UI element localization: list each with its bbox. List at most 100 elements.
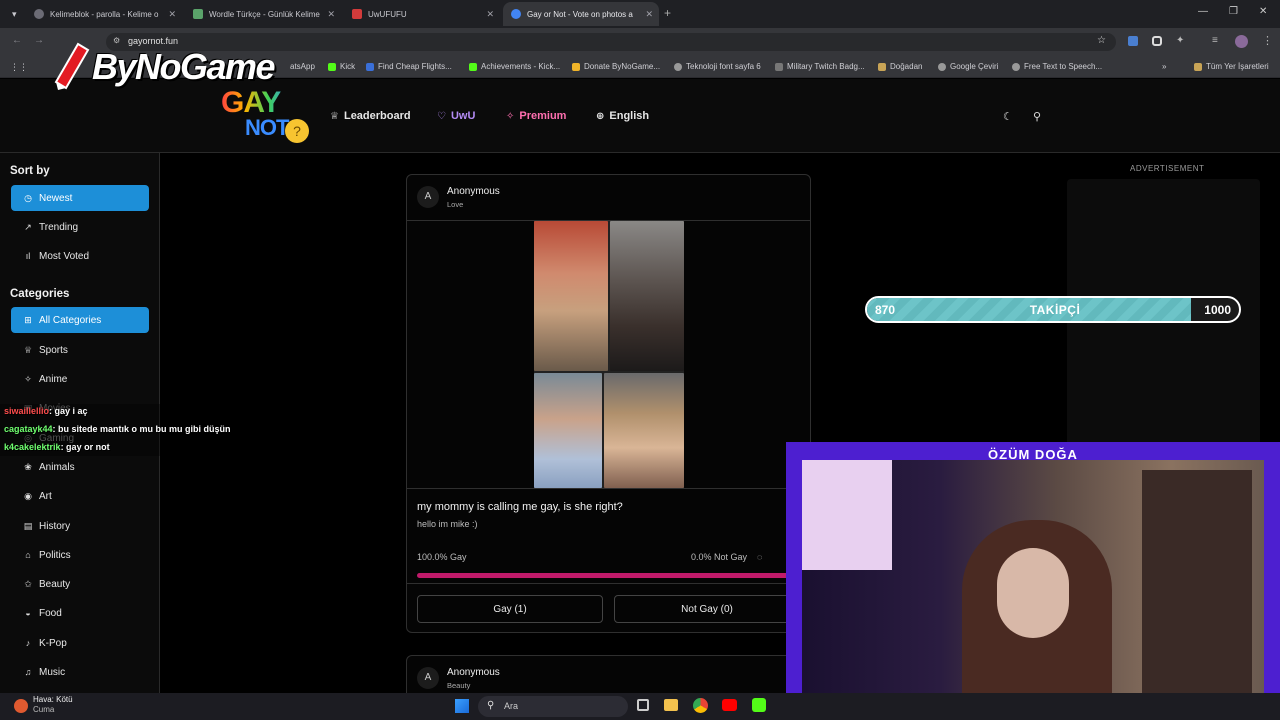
button-label: Gay (1) bbox=[493, 603, 527, 615]
task-view-icon[interactable] bbox=[637, 699, 649, 711]
nav-language[interactable]: ⊕ English bbox=[596, 110, 649, 122]
sort-trending[interactable]: ↗ Trending bbox=[11, 214, 149, 240]
close-window-icon[interactable]: ✕ bbox=[1259, 6, 1267, 17]
category-label: Music bbox=[39, 666, 66, 678]
category-animals[interactable]: ❀ Animals bbox=[11, 454, 149, 480]
comment-icon[interactable]: ◌ bbox=[757, 552, 762, 562]
weather-icon[interactable] bbox=[14, 699, 28, 713]
bookmark-item[interactable]: Military Twitch Badg... bbox=[775, 62, 865, 71]
bookmark-item[interactable]: Teknoloji font sayfa 6 bbox=[674, 62, 761, 71]
bookmark-item[interactable]: Kick bbox=[328, 62, 355, 71]
bookmark-item[interactable]: Find Cheap Flights... bbox=[366, 62, 452, 71]
nav-leaderboard[interactable]: ♕ Leaderboard bbox=[330, 110, 411, 122]
folder-icon bbox=[878, 62, 886, 71]
browser-tab-3-active[interactable]: Gay or Not - Vote on photos a ✕ bbox=[503, 2, 659, 26]
sort-label: Newest bbox=[39, 192, 73, 204]
extension-icon[interactable] bbox=[1152, 36, 1162, 46]
trending-icon: ↗ bbox=[24, 221, 32, 232]
vote-progress-bar bbox=[417, 573, 797, 578]
category-politics[interactable]: ⌂ Politics bbox=[11, 542, 149, 568]
category-all[interactable]: ⊞ All Categories bbox=[11, 307, 149, 333]
taskbar-search-input[interactable]: ⚲ Ara bbox=[478, 696, 628, 717]
webcam-overlay: ÖZÜM DOĞA bbox=[786, 442, 1280, 720]
close-icon[interactable]: ✕ bbox=[327, 9, 335, 20]
browser-tab-0[interactable]: Kelimeblok - parolla - Kelime o ✕ bbox=[26, 2, 182, 26]
new-tab-icon[interactable]: + bbox=[664, 6, 671, 20]
category-history[interactable]: ▤ History bbox=[11, 513, 149, 539]
category-music[interactable]: ♫ Music bbox=[11, 659, 149, 685]
close-icon[interactable]: ✕ bbox=[168, 9, 176, 20]
search-placeholder: Ara bbox=[504, 701, 519, 711]
palette-icon: ◉ bbox=[24, 490, 32, 501]
vote-notgay-button[interactable]: Not Gay (0) bbox=[614, 595, 800, 623]
chat-text: : gay or not bbox=[60, 442, 110, 452]
maximize-icon[interactable]: ❐ bbox=[1229, 6, 1238, 17]
weather-title: Hava: Kötü bbox=[33, 695, 73, 704]
reading-list-icon[interactable]: ≡ bbox=[1212, 35, 1218, 46]
profile-avatar[interactable] bbox=[1235, 35, 1248, 48]
browser-tab-1[interactable]: Wordle Türkçe - Günlük Kelime ✕ bbox=[185, 2, 341, 26]
nav-uwu[interactable]: ♡ UwU bbox=[437, 110, 475, 122]
category-label: All Categories bbox=[39, 314, 102, 326]
minimize-icon[interactable]: — bbox=[1198, 6, 1208, 17]
photo-tile bbox=[534, 221, 608, 371]
chrome-icon[interactable] bbox=[693, 698, 708, 713]
thinking-emoji-icon: ? bbox=[285, 119, 309, 143]
bookmark-item[interactable]: Google Çeviri bbox=[938, 62, 998, 71]
tab-search-button[interactable]: ▾ bbox=[4, 2, 24, 26]
category-food[interactable]: ◒ Food bbox=[11, 600, 149, 626]
dark-mode-icon[interactable]: ☾ bbox=[1003, 110, 1013, 123]
category-anime[interactable]: ✧ Anime bbox=[11, 366, 149, 392]
category-label: History bbox=[39, 520, 71, 532]
site-logo[interactable]: GAY NOT ? bbox=[221, 88, 316, 145]
brand-overlay: ByNoGame bbox=[48, 42, 293, 90]
flight-icon bbox=[366, 62, 374, 71]
bookmark-star-icon[interactable]: ☆ bbox=[1097, 35, 1106, 46]
translate-icon[interactable] bbox=[1128, 36, 1138, 46]
close-icon[interactable]: ✕ bbox=[645, 9, 653, 20]
avatar: A bbox=[417, 667, 439, 689]
tab-title: Wordle Türkçe - Günlük Kelime bbox=[209, 9, 320, 19]
post-description: hello im mike :) bbox=[417, 519, 478, 529]
bookmark-item[interactable]: Doğadan bbox=[878, 62, 922, 71]
browser-tab-2[interactable]: UwUFUFU ✕ bbox=[344, 2, 500, 26]
back-icon[interactable]: ← bbox=[12, 35, 22, 46]
tab-favicon-icon bbox=[193, 9, 203, 19]
vote-gay-button[interactable]: Gay (1) bbox=[417, 595, 603, 623]
close-icon[interactable]: ✕ bbox=[486, 9, 494, 20]
more-bookmarks-icon[interactable]: » bbox=[1162, 62, 1166, 71]
trophy-icon: ♕ bbox=[23, 344, 33, 355]
globe-icon bbox=[1012, 62, 1020, 71]
chat-user: cagatayk44 bbox=[4, 424, 53, 434]
sort-newest[interactable]: ◷ Newest bbox=[11, 185, 149, 211]
nav-premium[interactable]: ✧ Premium bbox=[506, 110, 566, 122]
category-beauty[interactable]: ✩ Beauty bbox=[11, 571, 149, 597]
file-explorer-icon[interactable] bbox=[664, 699, 678, 711]
kick-icon[interactable] bbox=[752, 698, 766, 712]
bookmark-item[interactable]: Tüm Yer İşaretleri bbox=[1194, 62, 1269, 71]
youtube-icon[interactable] bbox=[722, 699, 737, 711]
windows-start-icon[interactable] bbox=[455, 699, 469, 713]
sort-most-voted[interactable]: ıl Most Voted bbox=[11, 243, 149, 269]
chat-overlay: siwaillellio: gay i aç cagatayk44: bu si… bbox=[0, 404, 370, 456]
bookmark-item[interactable]: Donate ByNoGame... bbox=[572, 62, 660, 71]
category-sports[interactable]: ♕ Sports bbox=[11, 337, 149, 363]
vote-progress-fill bbox=[417, 573, 797, 578]
post-image[interactable] bbox=[534, 221, 684, 488]
category-art[interactable]: ◉ Art bbox=[11, 483, 149, 509]
apps-icon[interactable]: ⋮⋮ bbox=[10, 62, 28, 73]
sort-label: Trending bbox=[39, 221, 79, 233]
user-icon[interactable]: ⚲ bbox=[1033, 110, 1041, 123]
chevron-down-icon: ▾ bbox=[12, 8, 17, 19]
categories-heading: Categories bbox=[10, 288, 70, 300]
follower-goal: 1000 bbox=[1204, 303, 1231, 317]
menu-icon[interactable]: ⋮ bbox=[1262, 34, 1273, 47]
bookmark-item[interactable]: Free Text to Speech... bbox=[1012, 62, 1102, 71]
forward-icon[interactable]: → bbox=[34, 35, 44, 46]
bookmark-item[interactable]: atsApp bbox=[290, 62, 315, 71]
logo-not-text: NOT bbox=[245, 115, 289, 140]
category-label: Beauty bbox=[39, 578, 71, 590]
category-kpop[interactable]: ♪ K-Pop bbox=[11, 630, 149, 656]
bookmark-item[interactable]: Achievements - Kick... bbox=[469, 62, 560, 71]
puzzle-icon[interactable]: ✦ bbox=[1176, 35, 1184, 46]
